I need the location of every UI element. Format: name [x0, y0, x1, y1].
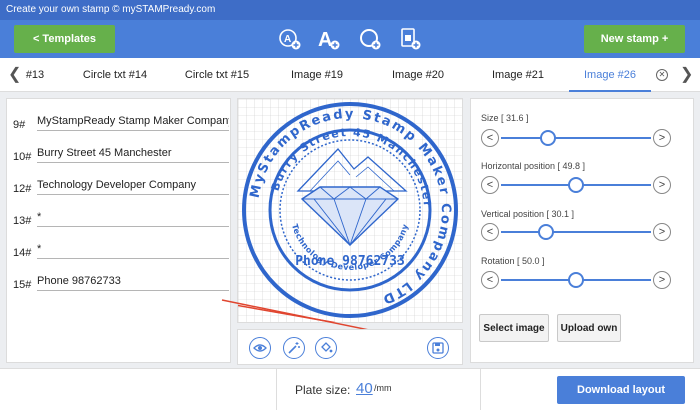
vpos-knob[interactable]: [538, 224, 555, 240]
upload-own-button[interactable]: Upload own: [557, 314, 621, 342]
vpos-decrease-icon[interactable]: <: [481, 223, 499, 241]
vpos-increase-icon[interactable]: >: [653, 223, 671, 241]
vertical-position-slider[interactable]: < >: [481, 223, 671, 241]
size-increase-icon[interactable]: >: [653, 129, 671, 147]
plate-size-label: Plate size:: [295, 383, 351, 397]
magic-wand-icon[interactable]: [283, 337, 305, 359]
rotation-increase-icon[interactable]: >: [653, 271, 671, 289]
rotation-label: Rotation [ 50.0 ]: [481, 256, 545, 266]
hpos-decrease-icon[interactable]: <: [481, 176, 499, 194]
horizontal-position-label: Horizontal position [ 49.8 ]: [481, 161, 586, 171]
plate-unit-label: /mm: [374, 383, 392, 393]
eye-icon[interactable]: [249, 337, 271, 359]
paint-bucket-icon[interactable]: [315, 337, 337, 359]
controls-panel: Size [ 31.6 ] < > Horizontal position [ …: [470, 98, 694, 363]
horizontal-position-slider[interactable]: < >: [481, 176, 671, 194]
select-image-button[interactable]: Select image: [479, 314, 549, 342]
rotation-knob[interactable]: [568, 272, 584, 288]
rotation-decrease-icon[interactable]: <: [481, 271, 499, 289]
hpos-increase-icon[interactable]: >: [653, 176, 671, 194]
size-decrease-icon[interactable]: <: [481, 129, 499, 147]
rotation-slider[interactable]: < >: [481, 271, 671, 289]
size-knob[interactable]: [540, 130, 557, 146]
size-label: Size [ 31.6 ]: [481, 113, 529, 123]
save-icon[interactable]: [427, 337, 449, 359]
size-slider[interactable]: < >: [481, 129, 671, 147]
hpos-knob[interactable]: [567, 177, 584, 193]
footer: Plate size: 40 /mm Download layout: [0, 368, 700, 410]
vertical-position-label: Vertical position [ 30.1 ]: [481, 209, 575, 219]
plate-size-input[interactable]: 40: [356, 380, 373, 397]
download-layout-button[interactable]: Download layout: [557, 376, 685, 404]
